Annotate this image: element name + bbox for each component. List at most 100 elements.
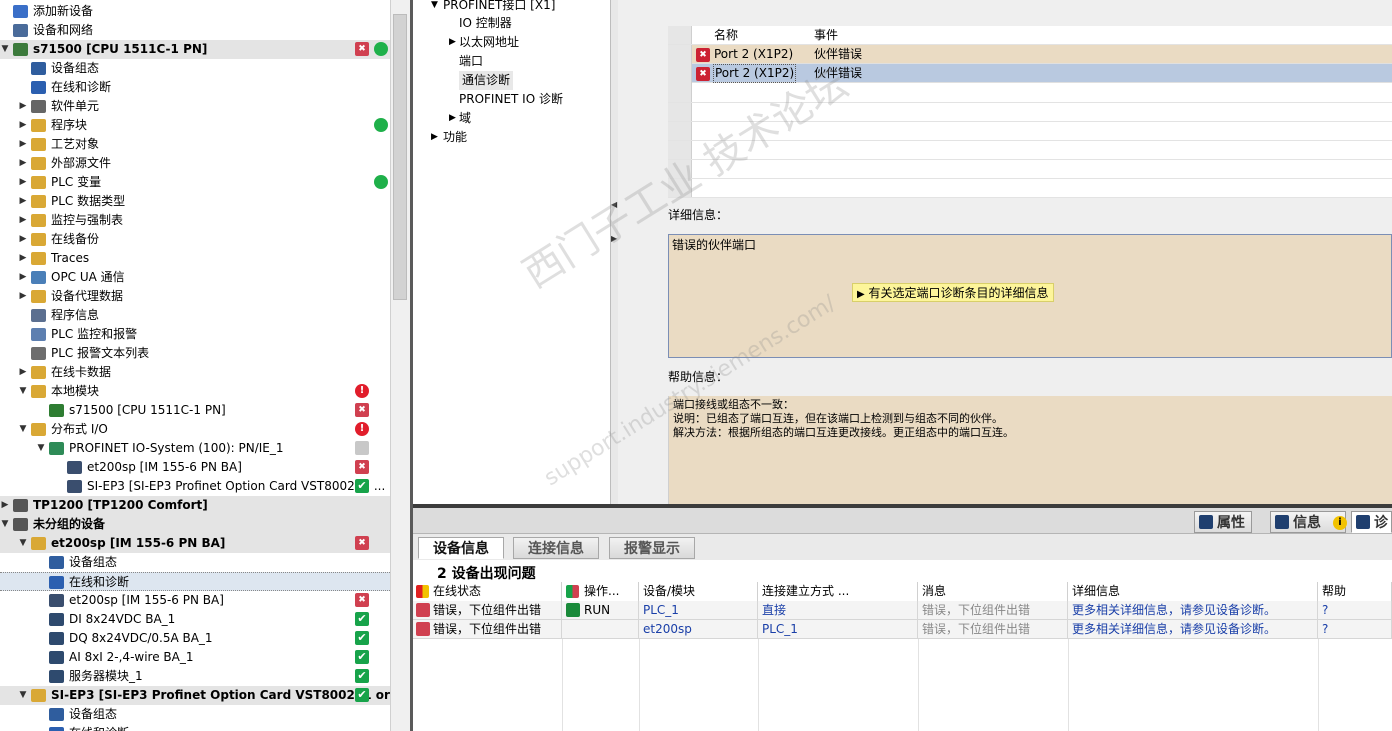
tree-item[interactable]: DQ 8x24VDC/0.5A BA_1 ✔ [0, 629, 390, 648]
diag-cell-detail[interactable]: 更多相关详细信息，请参见设备诊断。 [1068, 620, 1318, 639]
nav-item[interactable]: 功能 [443, 128, 467, 147]
nav-item[interactable]: PROFINET IO 诊断 [459, 90, 563, 109]
expand-arrow-icon[interactable]: ▶ [18, 211, 28, 230]
collapse-arrow-icon[interactable]: ▼ [0, 40, 10, 59]
tree-item[interactable]: PLC 报警文本列表 [0, 344, 390, 363]
tree-item[interactable]: s71500 [CPU 1511C-1 PN] ✖ [0, 401, 390, 420]
nav-item[interactable]: 域 [459, 109, 471, 128]
diag-cell-help[interactable]: ? [1318, 620, 1392, 639]
subtab-connection-info[interactable]: 连接信息 [513, 537, 599, 559]
tree-item[interactable]: ▶ 设备代理数据 [0, 287, 390, 306]
collapse-left-icon[interactable]: ◀ [611, 200, 617, 209]
tree-item[interactable]: ▼ 分布式 I/O! [0, 420, 390, 439]
tree-item[interactable]: ▶ 在线备份 [0, 230, 390, 249]
expand-arrow-icon[interactable]: ▶ [18, 135, 28, 154]
subtab-device-info[interactable]: 设备信息 [418, 537, 504, 559]
tree-item[interactable]: et200sp [IM 155-6 PN BA] ✖ [0, 591, 390, 610]
expand-arrow-icon[interactable]: ▶ [18, 230, 28, 249]
tree-item[interactable]: ▼ SI-EP3 [SI-EP3 Profinet Option Card VST… [0, 686, 390, 705]
tree-item[interactable]: ▶ 在线卡数据 [0, 363, 390, 382]
collapse-arrow-icon[interactable]: ▼ [36, 439, 46, 458]
tree-item[interactable]: 程序信息 [0, 306, 390, 325]
tree-item[interactable]: et200sp [IM 155-6 PN BA] ✖ [0, 458, 390, 477]
col-details[interactable]: 详细信息 [1068, 582, 1318, 601]
nav-item[interactable]: 端口 [459, 52, 483, 71]
tree-item[interactable]: ▼ 未分组的设备 [0, 515, 390, 534]
details-link[interactable]: ▶ 有关选定端口诊断条目的详细信息 [852, 283, 1054, 302]
tree-item[interactable]: ▶ 程序块 [0, 116, 390, 135]
tree-item[interactable]: 设备组态 [0, 705, 390, 724]
expand-arrow-icon[interactable]: ▶ [18, 192, 28, 211]
diag-cell-detail[interactable]: 更多相关详细信息，请参见设备诊断。 [1068, 601, 1318, 620]
collapse-arrow-icon[interactable]: ▼ [0, 515, 10, 534]
tree-item[interactable]: ▶ 监控与强制表 [0, 211, 390, 230]
expand-arrow-icon[interactable]: ▶ [449, 109, 456, 128]
tree-item[interactable]: ▼ 本地模块! [0, 382, 390, 401]
collapse-arrow-icon[interactable]: ▼ [18, 382, 28, 401]
tree-item[interactable]: 设备组态 [0, 59, 390, 78]
tree-item[interactable]: ▶ 软件单元 [0, 97, 390, 116]
collapse-arrow-icon[interactable]: ▼ [18, 534, 28, 553]
tree-item[interactable]: 设备组态 [0, 553, 390, 572]
collapse-arrow-icon[interactable]: ▼ [431, 0, 438, 15]
tab-info[interactable]: 信息 i [1270, 511, 1347, 533]
col-connection[interactable]: 连接建立方式 ... [758, 582, 918, 601]
tree-item[interactable]: ▶ Traces [0, 249, 390, 268]
tree-item[interactable]: PLC 监控和报警 [0, 325, 390, 344]
tree-item[interactable]: 添加新设备 [0, 2, 390, 21]
tree-item-label: 在线备份 [51, 232, 100, 246]
col-name-header[interactable]: 名称 [714, 26, 738, 44]
col-online-status[interactable]: 在线状态 [413, 582, 562, 601]
expand-arrow-icon[interactable]: ▶ [18, 97, 28, 116]
tree-item-label: 程序块 [51, 118, 88, 132]
expand-arrow-icon[interactable]: ▶ [18, 173, 28, 192]
col-operating-mode[interactable]: 操作... [562, 582, 639, 601]
tree-item[interactable]: ▶ 工艺对象 [0, 135, 390, 154]
collapse-arrow-icon[interactable]: ▼ [18, 420, 28, 439]
expand-arrow-icon[interactable]: ▶ [18, 268, 28, 287]
tree-item[interactable]: ▶ PLC 变量 [0, 173, 390, 192]
navigation-splitter[interactable] [610, 0, 618, 504]
tree-item[interactable]: ▼ PROFINET IO-System (100): PN/IE_1 [0, 439, 390, 458]
tree-item[interactable]: 服务器模块_1 ✔ [0, 667, 390, 686]
expand-arrow-icon[interactable]: ▶ [18, 154, 28, 173]
col-help[interactable]: 帮助 [1318, 582, 1392, 601]
port-table-row[interactable]: Port 2 (X1P2) 伙伴错误 [692, 45, 1392, 64]
subtab-alarm-display[interactable]: 报警显示 [609, 537, 695, 559]
status-icon [416, 585, 429, 598]
tree-item[interactable]: 设备和网络 [0, 21, 390, 40]
expand-arrow-icon[interactable]: ▶ [18, 287, 28, 306]
nav-item[interactable]: 通信诊断 [459, 71, 514, 90]
nav-item[interactable]: 以太网地址 [459, 33, 519, 52]
col-device-module[interactable]: 设备/模块 [639, 582, 758, 601]
tab-diagnostics[interactable]: 诊断 [1351, 511, 1392, 553]
expand-right-icon[interactable]: ▶ [611, 234, 617, 243]
expand-arrow-icon[interactable]: ▶ [18, 249, 28, 268]
tree-scrollbar-thumb[interactable] [393, 14, 407, 300]
tree-item[interactable]: 在线和诊断 [0, 724, 390, 731]
expand-arrow-icon[interactable]: ▶ [18, 116, 28, 135]
tree-item[interactable]: 在线和诊断 [0, 78, 390, 97]
tree-item[interactable]: ▼ et200sp [IM 155-6 PN BA] ✖ [0, 534, 390, 553]
tab-properties[interactable]: 属性 [1194, 511, 1252, 533]
tree-item[interactable]: 在线和诊断 [0, 572, 390, 591]
tree-item[interactable]: ▶ 外部源文件 [0, 154, 390, 173]
expand-arrow-icon[interactable]: ▶ [18, 363, 28, 382]
tree-item[interactable]: AI 8xI 2-,4-wire BA_1 ✔ [0, 648, 390, 667]
tree-item[interactable]: DI 8x24VDC BA_1 ✔ [0, 610, 390, 629]
tree-item[interactable]: ▶ PLC 数据类型 [0, 192, 390, 211]
nav-item[interactable]: PROFINET接口 [X1] [443, 0, 555, 15]
tree-item[interactable]: ▼ s71500 [CPU 1511C-1 PN] ✖ [0, 40, 390, 59]
col-event-header[interactable]: 事件 [814, 26, 838, 44]
tree-item[interactable]: ▶ OPC UA 通信 [0, 268, 390, 287]
expand-arrow-icon[interactable]: ▶ [431, 128, 438, 147]
expand-arrow-icon[interactable]: ▶ [0, 496, 10, 515]
port-table-row[interactable]: Port 2 (X1P2) 伙伴错误 [692, 64, 1392, 83]
nav-item[interactable]: IO 控制器 [459, 14, 512, 33]
diag-cell-help[interactable]: ? [1318, 601, 1392, 620]
tree-item[interactable]: SI-EP3 [SI-EP3 Profinet Option Card VST8… [0, 477, 390, 496]
tree-item[interactable]: ▶ TP1200 [TP1200 Comfort] [0, 496, 390, 515]
expand-arrow-icon[interactable]: ▶ [449, 33, 456, 52]
collapse-arrow-icon[interactable]: ▼ [18, 686, 28, 705]
col-message[interactable]: 消息 [918, 582, 1068, 601]
